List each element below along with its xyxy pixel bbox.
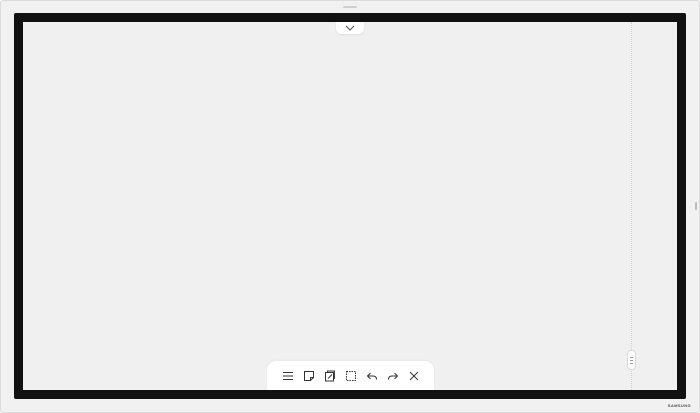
redo-icon	[387, 372, 398, 380]
camera-sensor	[343, 6, 357, 8]
selection-icon	[345, 370, 356, 381]
grip-line	[630, 356, 633, 358]
top-pull-tab[interactable]	[336, 22, 364, 34]
select-button[interactable]	[343, 368, 359, 384]
whiteboard-canvas[interactable]	[23, 22, 677, 390]
close-button[interactable]	[406, 368, 422, 384]
import-note-button[interactable]	[322, 368, 338, 384]
sticky-note-icon	[303, 370, 314, 381]
grip-line	[630, 359, 633, 361]
note-edit-icon	[324, 370, 335, 381]
sticky-note-button[interactable]	[301, 368, 317, 384]
menu-icon	[282, 371, 293, 380]
chevron-down-icon	[345, 25, 355, 31]
side-scroll-handle[interactable]	[627, 350, 636, 370]
side-sensor	[695, 202, 697, 210]
grip-line	[630, 362, 633, 364]
undo-icon	[366, 372, 377, 380]
page-guide-line	[631, 22, 632, 390]
menu-button[interactable]	[280, 368, 296, 384]
close-icon	[409, 371, 418, 380]
redo-button[interactable]	[385, 368, 401, 384]
bottom-toolbar	[267, 361, 434, 390]
undo-button[interactable]	[364, 368, 380, 384]
brand-logo: SAMSUNG	[667, 403, 691, 408]
